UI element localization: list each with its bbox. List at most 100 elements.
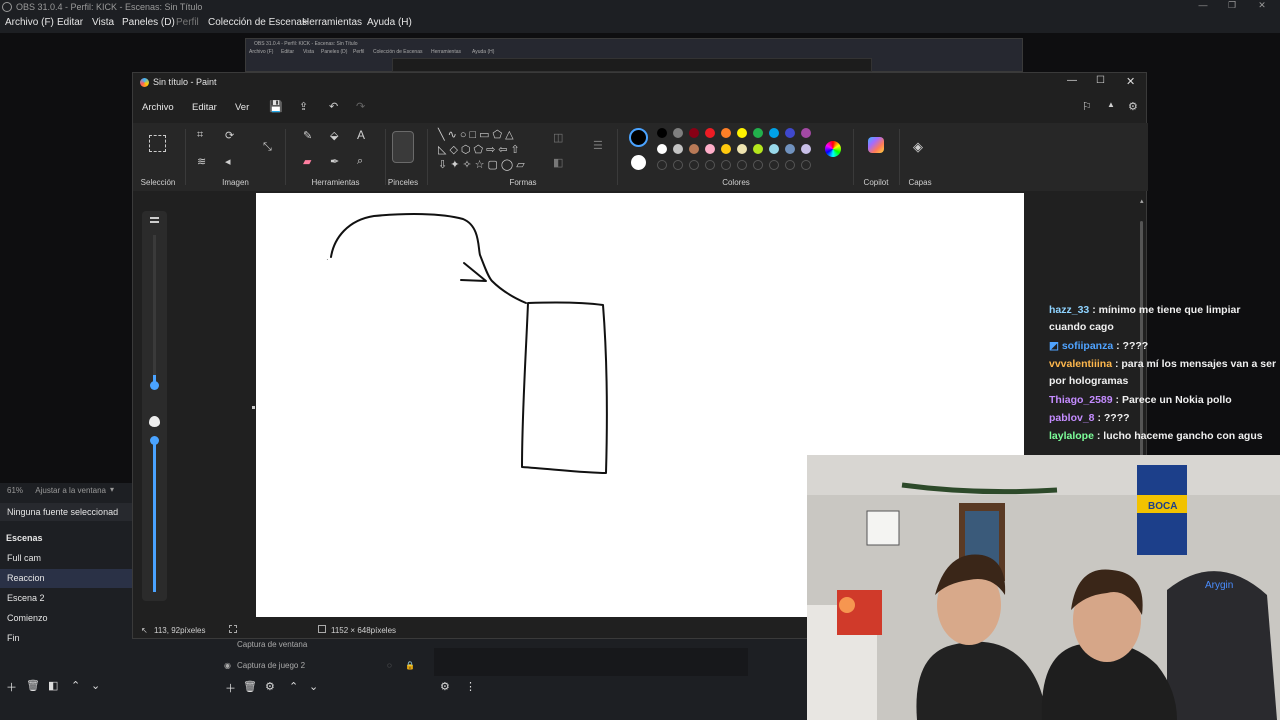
flip-icon[interactable]: ◂	[225, 155, 231, 168]
source-item[interactable]: ◉ Captura de juego 2 ◌ 🔒	[221, 657, 421, 675]
pencil-icon[interactable]: ✎	[303, 129, 312, 142]
edit-colors-icon[interactable]	[825, 141, 841, 157]
custom-color-slot[interactable]	[753, 160, 763, 170]
share-icon[interactable]: ⇪	[299, 100, 308, 113]
more-options-icon[interactable]: ⋮	[465, 680, 476, 693]
move-up-icon[interactable]: ⌃	[71, 679, 80, 692]
menu-editar[interactable]: Editar	[57, 17, 83, 28]
scene-item[interactable]: Escena 2	[0, 589, 132, 608]
paint-close-icon[interactable]: ✕	[1126, 75, 1135, 88]
opacity-slider-fill[interactable]	[153, 437, 156, 592]
select-icon[interactable]	[149, 135, 166, 152]
color-swatch[interactable]	[689, 128, 699, 138]
opacity-slider-thumb[interactable]	[150, 436, 159, 445]
add-scene-icon[interactable]: ＋	[6, 679, 17, 695]
resize-icon[interactable]: ⤡	[263, 141, 272, 154]
color-swatch[interactable]	[705, 144, 715, 154]
layers-icon[interactable]: ◈	[913, 139, 923, 155]
custom-color-slot[interactable]	[673, 160, 683, 170]
scene-item[interactable]: Comienzo	[0, 609, 132, 628]
mixer-settings-icon[interactable]: ⚙	[440, 680, 450, 693]
color-swatch[interactable]	[657, 144, 667, 154]
resize-handle-left[interactable]	[252, 406, 255, 409]
rotate-icon[interactable]: ⟳	[225, 129, 234, 142]
color-swatch[interactable]	[721, 144, 731, 154]
menu-vista[interactable]: Vista	[92, 17, 114, 28]
zoom-fit-select[interactable]: Ajustar a la ventana	[35, 486, 106, 495]
color-swatch[interactable]	[769, 128, 779, 138]
lock-icon[interactable]: 🔒	[405, 661, 415, 670]
minimize-icon[interactable]: —	[1193, 0, 1213, 15]
color-swatch[interactable]	[801, 128, 811, 138]
notification-icon[interactable]: ▲	[1107, 100, 1115, 109]
color-swatch[interactable]	[689, 144, 699, 154]
close-icon[interactable]: ✕	[1252, 0, 1272, 15]
custom-color-slot[interactable]	[657, 160, 667, 170]
custom-color-slot[interactable]	[769, 160, 779, 170]
menu-herramientas[interactable]: Herramientas	[302, 17, 362, 28]
scene-item[interactable]: Full cam	[0, 549, 132, 568]
scene-item[interactable]: Reaccion	[0, 569, 132, 588]
paint-menu-ver[interactable]: Ver	[235, 102, 249, 113]
color-swatch[interactable]	[673, 128, 683, 138]
outline-icon[interactable]: ◫	[553, 131, 563, 144]
text-icon[interactable]: A	[357, 128, 365, 142]
color-swatch[interactable]	[753, 144, 763, 154]
copilot-icon[interactable]	[868, 137, 884, 153]
menu-coleccion-escenas[interactable]: Colección de Escenas	[208, 17, 307, 28]
color-picker-icon[interactable]: ✒	[330, 155, 339, 168]
custom-color-slot[interactable]	[801, 160, 811, 170]
custom-color-slot[interactable]	[721, 160, 731, 170]
color-swatch[interactable]	[753, 128, 763, 138]
size-slider-track[interactable]	[153, 235, 156, 385]
color-swatch[interactable]	[785, 128, 795, 138]
delete-scene-icon[interactable]: 🗑	[26, 679, 40, 692]
delete-source-icon[interactable]: 🗑	[243, 680, 257, 693]
shapes-gallery[interactable]: ╲∿○□▭⬠△ ◺◇⬡⬠⇨⇦⇧ ⇩✦✧☆▢◯▱	[438, 128, 543, 176]
color-swatch[interactable]	[705, 128, 715, 138]
chevron-down-icon[interactable]: ▾	[110, 485, 114, 494]
menu-perfil[interactable]: Perfil	[176, 17, 199, 28]
color-swatch[interactable]	[737, 144, 747, 154]
visibility-icon[interactable]: ◌	[387, 661, 392, 670]
secondary-color-swatch[interactable]	[631, 155, 646, 170]
color-swatch[interactable]	[721, 128, 731, 138]
redo-icon[interactable]: ↷	[356, 100, 365, 113]
undo-icon[interactable]: ↶	[329, 100, 338, 113]
color-swatch[interactable]	[769, 144, 779, 154]
add-source-icon[interactable]: ＋	[225, 680, 236, 696]
color-swatch[interactable]	[785, 144, 795, 154]
fill-icon[interactable]: ⬙	[330, 129, 338, 142]
save-icon[interactable]: 💾	[269, 100, 283, 113]
menu-paneles[interactable]: Paneles (D)	[122, 17, 175, 28]
custom-color-slot[interactable]	[785, 160, 795, 170]
custom-color-slot[interactable]	[689, 160, 699, 170]
color-swatch[interactable]	[801, 144, 811, 154]
settings-icon[interactable]: ⚙	[1128, 100, 1138, 113]
color-swatch[interactable]	[657, 128, 667, 138]
paint-menu-editar[interactable]: Editar	[192, 102, 217, 113]
size-slider-thumb[interactable]	[150, 381, 159, 390]
move-down-icon[interactable]: ⌄	[309, 680, 318, 693]
primary-color-swatch[interactable]	[629, 128, 648, 147]
maximize-icon[interactable]: ❐	[1222, 0, 1242, 15]
scroll-up-icon[interactable]: ▴	[1140, 197, 1144, 205]
scene-item[interactable]: Fin	[0, 629, 132, 648]
color-swatch[interactable]	[673, 144, 683, 154]
crop-icon[interactable]: ⌗	[197, 129, 203, 142]
scene-filters-icon[interactable]: ◧	[48, 679, 58, 692]
gear-icon[interactable]: ⚙	[265, 680, 275, 693]
magnifier-icon[interactable]: ⌕	[357, 155, 363, 168]
shape-fill-icon[interactable]: ◧	[553, 156, 563, 169]
eraser-icon[interactable]: ▰	[303, 155, 311, 168]
brush-icon[interactable]	[392, 131, 414, 163]
remove-background-icon[interactable]: ≋	[197, 155, 206, 168]
feedback-icon[interactable]: ⚐	[1082, 100, 1092, 113]
move-up-icon[interactable]: ⌃	[289, 680, 298, 693]
menu-archivo[interactable]: Archivo (F)	[5, 17, 54, 28]
custom-color-slot[interactable]	[737, 160, 747, 170]
shape-size-icon[interactable]: ☰	[593, 139, 603, 152]
move-down-icon[interactable]: ⌄	[91, 679, 100, 692]
menu-ayuda[interactable]: Ayuda (H)	[367, 17, 412, 28]
paint-maximize-icon[interactable]: ☐	[1096, 75, 1105, 86]
